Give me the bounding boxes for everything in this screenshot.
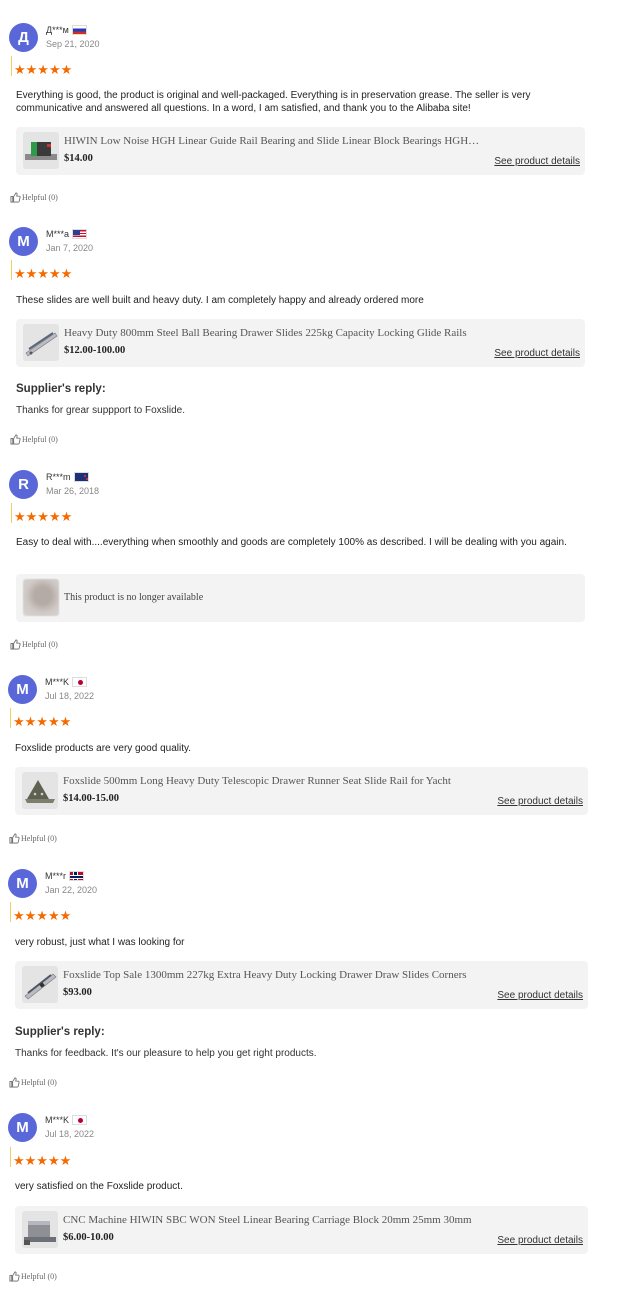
- avatar: M: [8, 1113, 37, 1142]
- see-product-details-link[interactable]: See product details: [494, 348, 580, 359]
- product-thumbnail[interactable]: [23, 132, 59, 169]
- see-product-details-link[interactable]: See product details: [497, 1235, 583, 1246]
- thumbs-up-icon: [9, 1077, 20, 1088]
- review-text: These slides are well built and heavy du…: [16, 295, 424, 306]
- thumbs-up-icon: [10, 192, 21, 203]
- review-text: very satisfied on the Foxslide product.: [15, 1181, 183, 1192]
- review-date: Jan 22, 2020: [45, 885, 98, 895]
- helpful-button[interactable]: Helpful (0): [9, 1077, 57, 1088]
- avatar: M: [9, 227, 38, 256]
- product-card[interactable]: HIWIN Low Noise HGH Linear Guide Rail Be…: [16, 127, 585, 175]
- review-date: Jan 7, 2020: [46, 243, 94, 253]
- flag-new-zealand-icon: [73, 472, 89, 482]
- product-title[interactable]: Heavy Duty 800mm Steel Ball Bearing Draw…: [64, 327, 484, 339]
- supplier-reply-text: Thanks for feedback. It's our pleasure t…: [15, 1048, 317, 1059]
- see-product-details-link[interactable]: See product details: [497, 796, 583, 807]
- helpful-label: Helpful (0): [22, 640, 58, 649]
- product-thumbnail-blurred: [23, 579, 59, 616]
- avatar: Д: [9, 23, 38, 52]
- review-date: Sep 21, 2020: [46, 39, 100, 49]
- flag-norway-icon: [69, 871, 85, 881]
- helpful-button[interactable]: Helpful (0): [9, 1271, 57, 1282]
- reviewer-name: M***K: [45, 677, 88, 687]
- helpful-label: Helpful (0): [21, 1078, 57, 1087]
- reviewer-name-text: M***a: [46, 229, 70, 239]
- rating-stars: ★★★★★: [10, 503, 73, 524]
- flag-russia-icon: [71, 25, 87, 35]
- rating-stars: ★★★★★: [9, 1147, 72, 1168]
- supplier-reply-text: Thanks for grear suppport to Foxslide.: [16, 405, 185, 416]
- review-text: very robust, just what I was looking for: [15, 937, 185, 948]
- reviewer-name: M***a: [46, 229, 88, 239]
- product-price: $12.00-100.00: [64, 345, 126, 356]
- helpful-button[interactable]: Helpful (0): [10, 192, 58, 203]
- product-thumbnail[interactable]: [22, 1211, 58, 1248]
- reviewer-name-text: Д***м: [46, 25, 69, 35]
- reviewer-name: Д***м: [46, 25, 87, 35]
- review-date: Jul 18, 2022: [45, 1129, 95, 1139]
- review-text: Everything is good, the product is origi…: [16, 90, 531, 114]
- review-date: Jul 18, 2022: [45, 691, 95, 701]
- helpful-button[interactable]: Helpful (0): [10, 639, 58, 650]
- helpful-button[interactable]: Helpful (0): [9, 833, 57, 844]
- rating-stars: ★★★★★: [9, 902, 72, 923]
- helpful-label: Helpful (0): [21, 1272, 57, 1281]
- flag-japan-icon: [72, 1115, 88, 1125]
- review-text: Foxslide products are very good quality.: [15, 743, 192, 754]
- avatar: M: [8, 675, 37, 704]
- reviewer-name: R***m: [46, 472, 89, 482]
- supplier-reply-heading: Supplier's reply:: [15, 1026, 105, 1038]
- product-card[interactable]: Foxslide 500mm Long Heavy Duty Telescopi…: [15, 767, 588, 815]
- see-product-details-link[interactable]: See product details: [494, 156, 580, 167]
- helpful-button[interactable]: Helpful (0): [10, 434, 58, 445]
- reviewer-name-text: M***K: [45, 1115, 70, 1125]
- supplier-reply-heading: Supplier's reply:: [16, 383, 106, 395]
- helpful-label: Helpful (0): [22, 193, 58, 202]
- avatar: R: [9, 470, 38, 499]
- thumbs-up-icon: [9, 833, 20, 844]
- reviewer-name-text: M***K: [45, 677, 70, 687]
- reviewer-name-text: M***r: [45, 871, 67, 881]
- product-card[interactable]: Heavy Duty 800mm Steel Ball Bearing Draw…: [16, 319, 585, 367]
- flag-japan-icon: [72, 677, 88, 687]
- product-title[interactable]: HIWIN Low Noise HGH Linear Guide Rail Be…: [64, 135, 484, 147]
- product-title[interactable]: CNC Machine HIWIN SBC WON Steel Linear B…: [63, 1214, 483, 1226]
- avatar: M: [8, 869, 37, 898]
- product-price: $14.00-15.00: [63, 793, 119, 804]
- flag-united-states-icon: [72, 229, 88, 239]
- product-price: $6.00-10.00: [63, 1232, 114, 1243]
- reviewer-name: M***K: [45, 1115, 88, 1125]
- review-text: Easy to deal with....everything when smo…: [16, 537, 567, 548]
- thumbs-up-icon: [9, 1271, 20, 1282]
- product-price: $93.00: [63, 987, 92, 998]
- product-card[interactable]: Foxslide Top Sale 1300mm 227kg Extra Hea…: [15, 961, 588, 1009]
- product-unavailable-text: This product is no longer available: [64, 592, 204, 603]
- product-thumbnail[interactable]: [22, 966, 58, 1003]
- helpful-label: Helpful (0): [21, 834, 57, 843]
- rating-stars: ★★★★★: [10, 260, 73, 281]
- product-price: $14.00: [64, 153, 93, 164]
- thumbs-up-icon: [10, 434, 21, 445]
- helpful-label: Helpful (0): [22, 435, 58, 444]
- product-thumbnail[interactable]: [22, 772, 58, 809]
- reviewer-name-text: R***m: [46, 472, 71, 482]
- thumbs-up-icon: [10, 639, 21, 650]
- review-date: Mar 26, 2018: [46, 486, 100, 496]
- reviewer-name: M***r: [45, 871, 85, 881]
- rating-stars: ★★★★★: [10, 56, 73, 77]
- product-title[interactable]: Foxslide Top Sale 1300mm 227kg Extra Hea…: [63, 969, 483, 981]
- product-thumbnail[interactable]: [23, 324, 59, 361]
- product-card-unavailable: This product is no longer available: [16, 574, 585, 622]
- rating-stars: ★★★★★: [9, 708, 72, 729]
- product-card[interactable]: CNC Machine HIWIN SBC WON Steel Linear B…: [15, 1206, 588, 1254]
- product-title[interactable]: Foxslide 500mm Long Heavy Duty Telescopi…: [63, 775, 483, 787]
- see-product-details-link[interactable]: See product details: [497, 990, 583, 1001]
